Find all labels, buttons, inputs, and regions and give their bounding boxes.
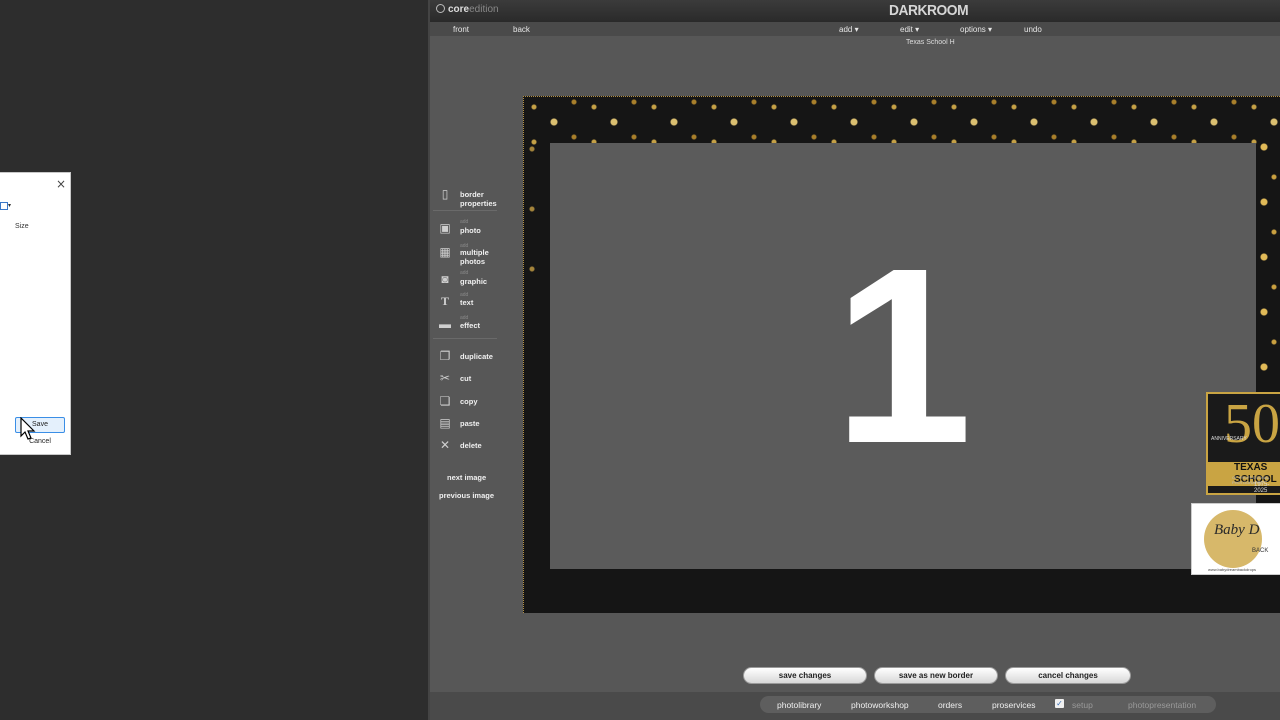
add-effect-tool[interactable]: ▬ add effect (435, 315, 525, 335)
gold-confetti-top (524, 97, 1280, 147)
save-as-new-border-button[interactable]: save as new border (874, 667, 998, 684)
nav-photoworkshop[interactable]: photoworkshop (851, 700, 909, 710)
copy-icon: ❏ (439, 394, 451, 408)
power-icon[interactable] (436, 4, 445, 13)
nav-orders[interactable]: orders (938, 700, 962, 710)
page-icon: ▯ (441, 187, 449, 201)
next-image-link[interactable]: next image (447, 473, 486, 482)
size-column-header[interactable]: Size (15, 223, 29, 230)
darkroom-brand: DARKROOM (889, 2, 969, 19)
add-text-tool[interactable]: T add text (435, 292, 525, 312)
nav-photolibrary[interactable]: photolibrary (777, 700, 821, 710)
previous-image-link[interactable]: previous image (439, 491, 494, 500)
bottom-nav-bar: photolibrary photoworkshop orders proser… (430, 692, 1280, 720)
close-icon[interactable]: × (56, 177, 66, 191)
delete-tool[interactable]: ✕ delete (435, 436, 525, 456)
tool-label: multiple photos (460, 248, 489, 266)
text-icon: T (440, 294, 449, 308)
view-icon[interactable] (0, 202, 8, 210)
add-multiple-photos-tool[interactable]: ▦ add multiple photos (435, 243, 525, 266)
duplicate-tool[interactable]: ❐ duplicate (435, 347, 525, 367)
portrait-icon: ▣ (439, 221, 451, 235)
baby-dream-backdrops-logo: Baby D BACK www.babydreambackdrops (1191, 503, 1280, 575)
tool-label: copy (460, 397, 478, 406)
delete-icon: ✕ (439, 438, 451, 452)
checkbox-icon[interactable]: ✓ (1055, 699, 1064, 708)
tool-label: paste (460, 419, 480, 428)
tool-label: delete (460, 441, 482, 450)
divider (433, 338, 497, 339)
document-title: Texas School H (906, 39, 955, 46)
add-photo-tool[interactable]: ▣ add photo (435, 219, 525, 239)
menu-edit[interactable]: edit ▾ (900, 25, 919, 34)
paste-icon: ▤ (439, 416, 451, 430)
divider (433, 210, 497, 211)
gold-confetti-left (524, 137, 550, 317)
menu-undo[interactable]: undo (1024, 25, 1042, 34)
tool-label: text (460, 298, 474, 307)
grid-icon: ▦ (439, 245, 451, 259)
photo-placeholder[interactable]: 1 (550, 143, 1256, 569)
scissors-icon: ✂ (439, 371, 451, 385)
texas-school-50-logo: 50 ANNIVERSARY TEXAS SCHOOL OF PROFESSIO… (1206, 392, 1280, 495)
tool-label: border properties (460, 190, 497, 208)
title-bar: coreedition DARKROOM (430, 0, 1280, 22)
nav-photopresentation[interactable]: photopresentation (1128, 700, 1196, 710)
tab-back[interactable]: back (513, 25, 530, 34)
menu-options[interactable]: options ▾ (960, 25, 992, 34)
cut-tool[interactable]: ✂ cut (435, 369, 525, 389)
tool-label: effect (460, 321, 481, 330)
chevron-down-icon[interactable]: ▾ (8, 202, 11, 209)
border-canvas[interactable]: 1 (523, 96, 1280, 613)
effect-icon: ▬ (439, 317, 451, 331)
tab-front[interactable]: front (453, 25, 469, 34)
darkroom-app: coreedition DARKROOM front back add ▾ ed… (428, 0, 1280, 720)
border-properties-tool[interactable]: ▯ border properties (435, 185, 525, 208)
menu-bar: front back add ▾ edit ▾ options ▾ undo (430, 22, 1280, 36)
gold-confetti-right (1254, 137, 1280, 397)
cancel-changes-button[interactable]: cancel changes (1005, 667, 1131, 684)
nav-setup[interactable]: setup (1072, 700, 1093, 710)
paste-tool[interactable]: ▤ paste (435, 414, 525, 434)
tool-label: cut (460, 374, 472, 383)
tool-label: photo (460, 226, 481, 235)
tool-sublabel: add (460, 270, 469, 276)
duplicate-icon: ❐ (439, 349, 451, 363)
copy-tool[interactable]: ❏ copy (435, 392, 525, 412)
tool-label: duplicate (460, 352, 493, 361)
mouse-cursor-icon (20, 417, 36, 440)
core-edition-logo: coreedition (436, 4, 499, 15)
menu-add[interactable]: add ▾ (839, 25, 859, 34)
save-dialog: × ▾ Size Save Cancel (0, 172, 71, 455)
nav-proservices[interactable]: proservices (992, 700, 1035, 710)
add-graphic-tool[interactable]: ◙ add graphic (435, 270, 525, 290)
save-changes-button[interactable]: save changes (743, 667, 867, 684)
tool-label: graphic (460, 277, 488, 286)
placeholder-number: 1 (833, 216, 973, 495)
tool-sublabel: add (460, 219, 469, 225)
graphic-icon: ◙ (441, 272, 449, 286)
